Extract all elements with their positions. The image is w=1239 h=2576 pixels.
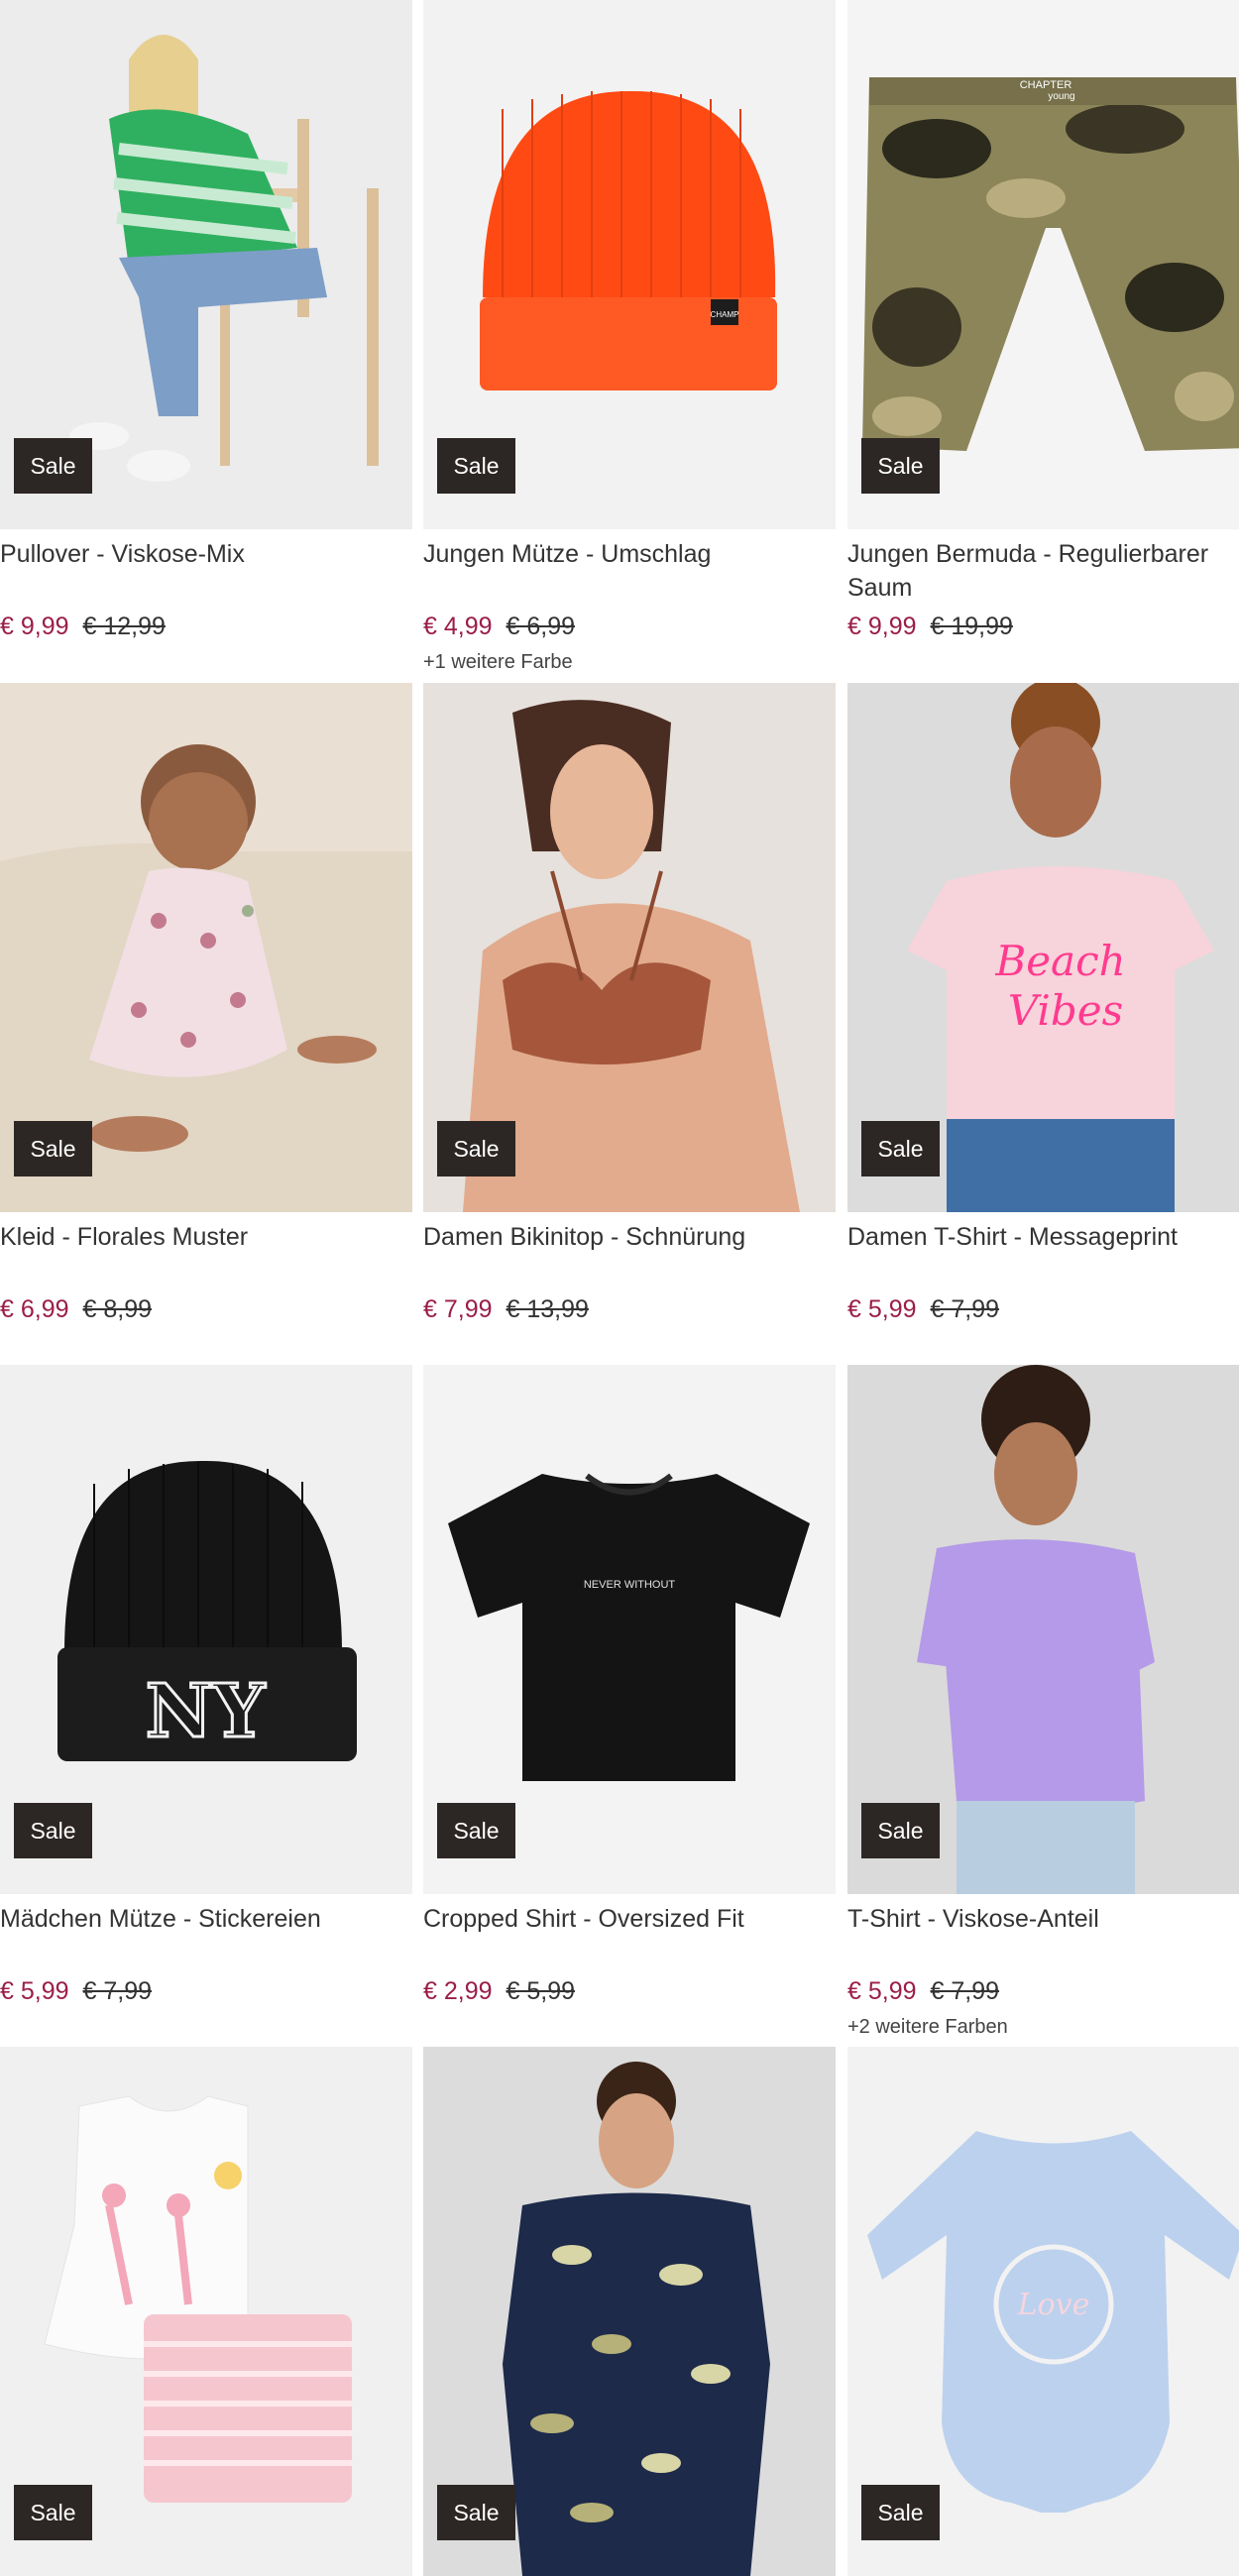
product-prices: € 5,99 € 7,99 <box>847 1975 999 2007</box>
product-image[interactable]: Love Sale <box>847 2047 1239 2576</box>
product-image[interactable]: Sale <box>0 2047 412 2576</box>
original-price: € 13,99 <box>506 1295 589 1323</box>
product-prices: € 5,99 € 7,99 <box>847 1293 999 1325</box>
product-image[interactable]: Sale <box>0 683 412 1212</box>
sale-price: € 9,99 <box>0 613 69 640</box>
sale-price: € 9,99 <box>847 613 917 640</box>
bodysuit-print: Love <box>1017 2288 1090 2322</box>
product-prices: € 9,99 € 12,99 <box>0 611 166 642</box>
product-prices: € 2,99 € 5,99 <box>423 1975 575 2007</box>
product-image[interactable]: Sale <box>423 2047 836 2576</box>
sale-price: € 5,99 <box>847 1977 917 2005</box>
product-title[interactable]: Jungen Mütze - Umschlag <box>423 537 836 571</box>
product-image[interactable]: Sale <box>0 0 412 529</box>
original-price: € 7,99 <box>930 1295 1000 1323</box>
product-title[interactable]: Jungen Bermuda - Regulierbarer Saum <box>847 537 1239 605</box>
product-title[interactable]: Damen T-Shirt - Messageprint <box>847 1220 1239 1254</box>
sale-badge: Sale <box>861 2485 940 2540</box>
beanie-ny-embroidery: NY <box>146 1669 267 1754</box>
product-prices: € 6,99 € 8,99 <box>0 1293 152 1325</box>
product-grid: Sale Pullover - Viskose-Mix € 9,99 € 12,9… <box>0 0 1239 2576</box>
original-price: € 7,99 <box>82 1977 153 2005</box>
sale-badge: Sale <box>437 1803 515 1858</box>
more-colors-link[interactable]: +1 weitere Farbe <box>423 648 573 676</box>
sale-badge: Sale <box>861 1121 940 1176</box>
sale-price: € 5,99 <box>847 1295 917 1323</box>
sale-price: € 2,99 <box>423 1977 493 2005</box>
product-title[interactable]: Cropped Shirt - Oversized Fit <box>423 1902 836 1936</box>
tshirt-print-line2: Vibes <box>1008 986 1123 1035</box>
sale-badge: Sale <box>14 438 92 494</box>
original-price: € 6,99 <box>506 613 576 640</box>
product-image[interactable]: Sale <box>423 683 836 1212</box>
sale-price: € 4,99 <box>423 613 493 640</box>
sale-price: € 5,99 <box>0 1977 69 2005</box>
product-prices: € 7,99 € 13,99 <box>423 1293 589 1325</box>
sale-badge: Sale <box>14 2485 92 2540</box>
product-title[interactable]: Pullover - Viskose-Mix <box>0 537 412 571</box>
shorts-brand-sub: young <box>1048 91 1074 102</box>
product-image[interactable]: NY Sale <box>0 1365 412 1894</box>
product-image[interactable]: NEVER WITHOUT Sale <box>423 1365 836 1894</box>
sale-badge: Sale <box>437 2485 515 2540</box>
beanie-label-text: CHAMP <box>711 310 739 319</box>
tshirt-print-line1: Beach <box>994 937 1125 985</box>
sale-badge: Sale <box>14 1121 92 1176</box>
sale-badge: Sale <box>437 438 515 494</box>
more-colors-link[interactable]: +2 weitere Farben <box>847 2013 1008 2041</box>
product-image[interactable]: Beach Vibes Sale <box>847 683 1239 1212</box>
original-price: € 5,99 <box>506 1977 576 2005</box>
shorts-brand-text: CHAPTER <box>1020 79 1072 91</box>
product-title[interactable]: Mädchen Mütze - Stickereien <box>0 1902 412 1936</box>
original-price: € 7,99 <box>930 1977 1000 2005</box>
original-price: € 8,99 <box>82 1295 153 1323</box>
product-title[interactable]: Damen Bikinitop - Schnürung <box>423 1220 836 1254</box>
sale-badge: Sale <box>14 1803 92 1858</box>
sale-badge: Sale <box>437 1121 515 1176</box>
product-prices: € 9,99 € 19,99 <box>847 611 1013 642</box>
original-price: € 12,99 <box>82 613 166 640</box>
product-prices: € 5,99 € 7,99 <box>0 1975 152 2007</box>
product-prices: € 4,99 € 6,99 <box>423 611 575 642</box>
product-image[interactable]: CHAPTER young Sale <box>847 0 1239 529</box>
original-price: € 19,99 <box>930 613 1013 640</box>
product-title[interactable]: T-Shirt - Viskose-Anteil <box>847 1902 1239 1936</box>
sale-price: € 7,99 <box>423 1295 493 1323</box>
crop-shirt-print: NEVER WITHOUT <box>584 1579 676 1591</box>
product-title[interactable]: Kleid - Florales Muster <box>0 1220 412 1254</box>
product-image[interactable]: CHAMP Sale <box>423 0 836 529</box>
sale-badge: Sale <box>861 438 940 494</box>
product-image[interactable]: Sale <box>847 1365 1239 1894</box>
sale-price: € 6,99 <box>0 1295 69 1323</box>
sale-badge: Sale <box>861 1803 940 1858</box>
